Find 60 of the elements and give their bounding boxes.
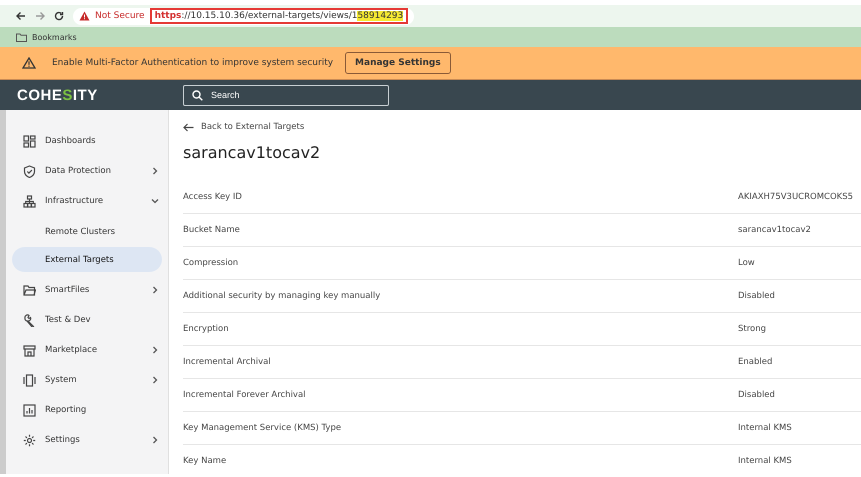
chevron-icon: [151, 286, 159, 294]
detail-label: Access Key ID: [183, 192, 242, 202]
logo: COHESITY: [16, 86, 99, 104]
detail-label: Encryption: [183, 324, 229, 334]
detail-label: Incremental Archival: [183, 357, 271, 367]
url-field[interactable]: https://10.15.10.36/external-targets/views/158914293: [150, 8, 408, 24]
detail-label: Key Management Service (KMS) Type: [183, 423, 342, 433]
nav-item[interactable]: SmartFiles: [6, 275, 168, 305]
dashboard-grid-icon: [23, 134, 36, 148]
shield-icon: [23, 164, 36, 178]
back-arrow-icon[interactable]: [16, 11, 26, 21]
chevron-icon: [151, 197, 159, 205]
nav-item[interactable]: Marketplace: [6, 335, 168, 365]
manage-settings-button[interactable]: Manage Settings: [345, 52, 451, 74]
banner-message: Enable Multi-Factor Authentication to improve system security: [52, 58, 334, 68]
folder-icon: [16, 32, 27, 42]
security-label: Not Secure: [95, 11, 145, 21]
detail-value: Disabled: [738, 291, 776, 301]
forward-arrow-icon[interactable]: [35, 11, 45, 21]
nav-subitem[interactable]: External Targets: [12, 247, 162, 272]
device-icon: [23, 374, 36, 386]
bookmarks-link[interactable]: Bookmarks: [32, 32, 77, 42]
nav-subitem[interactable]: Remote Clusters: [12, 219, 162, 244]
detail-value: sarancav1tocav2: [738, 225, 812, 235]
detail-value: Internal KMS: [738, 456, 793, 466]
detail-value: Strong: [738, 324, 768, 334]
detail-value: Disabled: [738, 390, 776, 400]
folder-icon: [23, 284, 36, 296]
store-icon: [23, 344, 36, 356]
nav-item[interactable]: Infrastructure: [6, 186, 168, 216]
warning-icon: [22, 57, 36, 69]
search-icon: [192, 90, 203, 100]
nav-item[interactable]: System: [6, 365, 168, 395]
detail-value: Internal KMS: [738, 423, 793, 433]
nav-item[interactable]: Dashboards: [6, 126, 168, 156]
nav-item[interactable]: Test & Dev: [6, 305, 168, 335]
search-field[interactable]: Search: [183, 84, 389, 106]
nav-item[interactable]: Data Protection: [6, 156, 168, 186]
detail-label: Incremental Forever Archival: [183, 390, 306, 400]
back-link[interactable]: Back to External Targets: [201, 122, 304, 132]
nav-item[interactable]: Settings: [6, 425, 168, 455]
wrench-icon: [23, 314, 36, 326]
chevron-icon: [151, 346, 159, 354]
network-icon: [23, 194, 36, 208]
chevron-icon: [151, 436, 159, 444]
nav-item[interactable]: Reporting: [6, 395, 168, 425]
back-arrow-icon: [183, 122, 194, 132]
detail-value: Low: [738, 258, 756, 268]
chevron-icon: [151, 167, 159, 175]
detail-value: Enabled: [738, 357, 774, 367]
detail-label: Additional security by managing key manually: [183, 291, 380, 301]
page-title: sarancav1tocav2: [183, 143, 322, 162]
chart-icon: [23, 404, 36, 416]
chevron-icon: [151, 376, 159, 384]
detail-value: AKIAXH75V3UCROMCOKS5: [738, 192, 851, 202]
detail-label: Bucket Name: [183, 225, 240, 235]
detail-label: Key Name: [183, 456, 226, 466]
warning-icon: [79, 11, 90, 21]
detail-label: Compression: [183, 258, 238, 268]
reload-icon[interactable]: [54, 11, 64, 21]
